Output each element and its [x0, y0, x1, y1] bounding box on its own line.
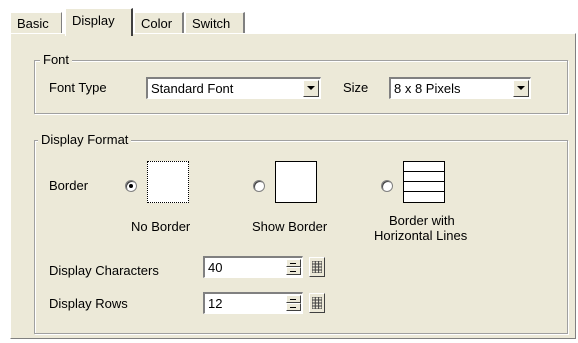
display-rows-updown[interactable] — [286, 295, 301, 312]
radio-show-border[interactable] — [253, 180, 265, 192]
horizontal-lines-label-2: Horizontal Lines — [374, 228, 468, 243]
no-border-label: No Border — [131, 219, 191, 234]
show-border-preview-icon — [275, 161, 317, 203]
horizontal-lines-icon — [403, 161, 445, 203]
spin-down-button[interactable] — [286, 267, 301, 275]
tab-panel-display: Font Font Type Standard Font Size 8 x 8 … — [10, 33, 576, 339]
display-characters-spinner[interactable] — [203, 256, 303, 278]
display-characters-label: Display Characters — [49, 263, 159, 278]
display-characters-input[interactable] — [206, 259, 286, 275]
font-type-value: Standard Font — [151, 81, 234, 96]
tab-display[interactable]: Display — [65, 8, 133, 36]
size-select[interactable]: 8 x 8 Pixels — [389, 77, 531, 99]
tab-switch[interactable]: Switch — [185, 12, 245, 34]
keypad-icon — [312, 297, 322, 309]
show-border-label: Show Border — [252, 219, 328, 234]
size-dropdown-button[interactable] — [513, 80, 529, 97]
font-type-dropdown-button[interactable] — [303, 80, 319, 97]
size-label: Size — [343, 80, 369, 95]
font-type-select[interactable]: Standard Font — [146, 77, 321, 99]
display-rows-input[interactable] — [206, 295, 286, 311]
tab-color[interactable]: Color — [134, 12, 184, 34]
border-label: Border — [49, 178, 89, 193]
tab-basic[interactable]: Basic — [10, 12, 62, 34]
font-group-legend: Font — [40, 53, 73, 67]
display-characters-updown[interactable] — [286, 259, 301, 276]
display-rows-label: Display Rows — [49, 296, 128, 311]
radio-border-horizontal-lines[interactable] — [381, 180, 393, 192]
settings-dialog: Basic Display Color Switch Font Font Typ… — [0, 0, 578, 343]
display-format-legend: Display Format — [38, 133, 132, 147]
keypad-icon — [312, 261, 322, 273]
font-type-label: Font Type — [49, 80, 107, 95]
display-rows-spinner[interactable] — [203, 292, 303, 314]
radio-selected-dot — [129, 184, 133, 188]
display-rows-keypad-button[interactable] — [309, 293, 325, 313]
display-characters-keypad-button[interactable] — [309, 257, 325, 277]
spin-down-button[interactable] — [286, 303, 301, 311]
spin-up-button[interactable] — [286, 295, 301, 303]
chevron-down-icon — [517, 86, 525, 90]
no-border-preview-icon — [147, 161, 189, 203]
chevron-down-icon — [307, 86, 315, 90]
spin-up-button[interactable] — [286, 259, 301, 267]
horizontal-lines-preview-icon — [403, 161, 445, 203]
horizontal-lines-label-1: Border with — [389, 213, 455, 228]
size-value: 8 x 8 Pixels — [394, 81, 461, 96]
radio-no-border[interactable] — [125, 180, 137, 192]
